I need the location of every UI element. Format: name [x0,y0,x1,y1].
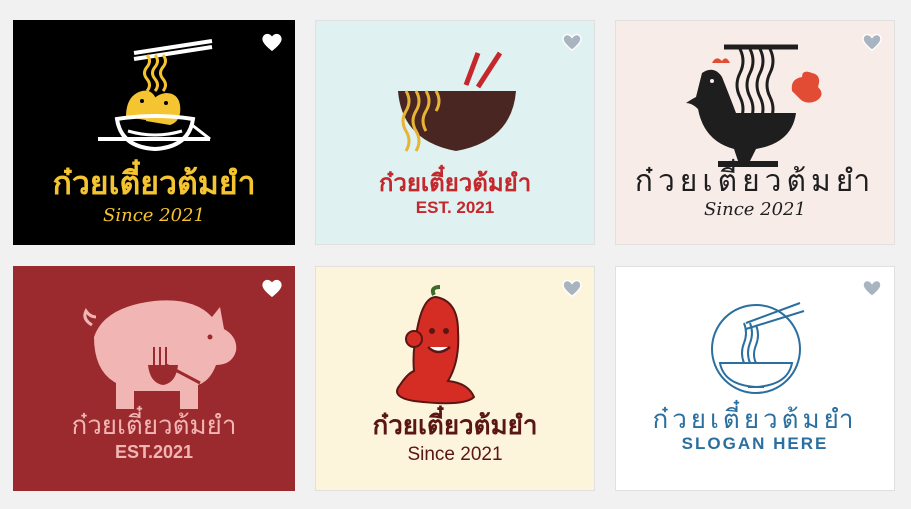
favorite-button[interactable] [860,31,884,53]
logo-card-6[interactable]: ก๋วยเตี๋ยวต้มยำ SLOGAN HERE [615,266,895,491]
heart-icon [862,33,882,52]
noodle-bowl-line-icon [711,302,805,394]
brand-name: ก๋วยเตี๋ยวต้มยำ [378,169,532,197]
tagline: SLOGAN HERE [681,434,829,453]
brand-name: ก๋วยเตี๋ยวต้มยำ [634,164,876,199]
favorite-button[interactable] [560,31,584,53]
heart-icon [262,279,282,298]
logo-card-5[interactable]: ก๋วยเตี๋ยวต้มยำ Since 2021 [315,266,595,491]
logo-card-4[interactable]: ก๋วยเตี๋ยวต้มยำ EST.2021 [13,266,295,491]
tagline: Since 2021 [103,205,205,226]
brand-name: ก๋วยเตี๋ยวต้มยำ [652,405,858,435]
heart-icon [862,279,882,298]
heart-icon [562,279,582,298]
favorite-button[interactable] [260,277,284,299]
favorite-button[interactable] [260,31,284,53]
tagline: Since 2021 [704,199,806,220]
logo-gallery: { "cards": [ {"name": "ก๋วยเตี๋ยวต้มยำ",… [0,0,911,509]
logo-card-2[interactable]: ก๋วยเตี๋ยวต้มยำ EST. 2021 [315,20,595,245]
logo-card-3[interactable]: ก๋วยเตี๋ยวต้มยำ Since 2021 [615,20,895,245]
tagline: Since 2021 [407,444,503,465]
heart-icon [562,33,582,52]
tagline: EST. 2021 [415,198,495,217]
favorite-button[interactable] [860,277,884,299]
brand-name: ก๋วยเตี๋ยวต้มยำ [372,411,538,441]
brand-name: ก๋วยเตี๋ยวต้มยำ [52,164,256,202]
heart-icon [262,33,282,52]
favorite-button[interactable] [560,277,584,299]
tagline: EST.2021 [114,442,194,462]
brand-name: ก๋วยเตี๋ยวต้มยำ [71,411,237,441]
logo-card-1[interactable]: ก๋วยเตี๋ยวต้มยำ Since 2021 [13,20,295,245]
